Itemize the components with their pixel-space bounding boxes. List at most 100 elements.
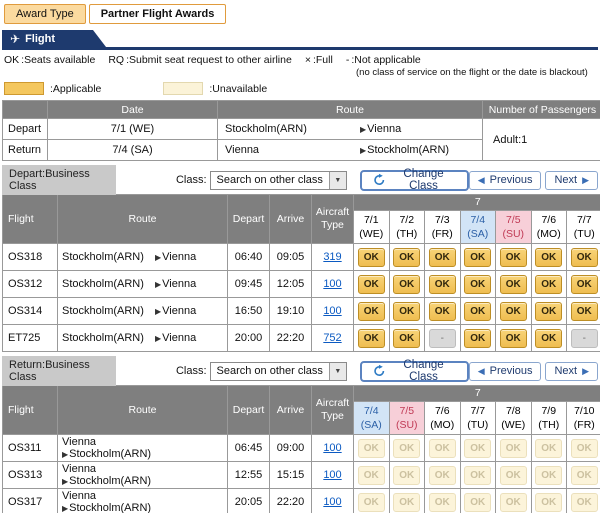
change-class-button[interactable]: Change Class xyxy=(360,361,469,382)
route-arrow-icon: ▶ xyxy=(155,253,161,262)
availability-ok-button[interactable]: OK xyxy=(429,275,456,294)
summary-corner-cell xyxy=(3,101,48,119)
date-column-header: 7/6(MO) xyxy=(531,211,567,244)
aircraft-type: 100 xyxy=(312,462,354,489)
summary-depart-row: Depart 7/1 (WE) Stockholm(ARN)▶Vienna Ad… xyxy=(3,119,600,140)
legend-not-applicable: -:Not applicable xyxy=(346,54,421,66)
availability-ok-button[interactable]: OK xyxy=(464,329,491,348)
availability-disabled-button: OK xyxy=(500,466,527,485)
aircraft-type-link[interactable]: 319 xyxy=(323,251,341,263)
availability-ok-button[interactable]: OK xyxy=(500,275,527,294)
date-column-header: 7/7(TU) xyxy=(567,211,600,244)
arrive-time: 15:15 xyxy=(270,462,312,489)
date-column-header: 7/10(FR) xyxy=(567,402,600,435)
route-column-header: Route xyxy=(58,386,228,435)
flight-number: OS311 xyxy=(3,435,58,462)
aircraft-type-link[interactable]: 100 xyxy=(323,305,341,317)
date-column-header: 7/8(WE) xyxy=(496,402,532,435)
arrive-time: 22:20 xyxy=(270,325,312,352)
class-select[interactable]: Search on other class ▼ xyxy=(210,171,347,190)
date-column-header: 7/1(WE) xyxy=(354,211,390,244)
depart-time: 16:50 xyxy=(228,298,270,325)
availability-ok-button[interactable]: OK xyxy=(500,329,527,348)
return-flights-table: Flight Route Depart Arrive Aircraft Type… xyxy=(2,385,600,513)
flight-row: OS311 Vienna▶Stockholm(ARN) 06:45 09:00 … xyxy=(3,435,600,462)
legend-request-seat: RQ:Submit seat request to other airline xyxy=(108,54,292,66)
change-class-button[interactable]: Change Class xyxy=(360,170,469,191)
availability-ok-button[interactable]: OK xyxy=(393,302,420,321)
aircraft-column-header: Aircraft Type xyxy=(312,195,354,244)
previous-button[interactable]: ◀Previous xyxy=(469,362,542,381)
availability-ok-button[interactable]: OK xyxy=(571,302,598,321)
availability-ok-button[interactable]: OK xyxy=(358,275,385,294)
aircraft-type-link[interactable]: 100 xyxy=(323,469,341,481)
availability-ok-button[interactable]: OK xyxy=(464,248,491,267)
aircraft-type-link[interactable]: 100 xyxy=(323,442,341,454)
availability-ok-button[interactable]: OK xyxy=(358,329,385,348)
summary-return-label: Return xyxy=(3,140,48,161)
availability-ok-button[interactable]: OK xyxy=(535,275,562,294)
aircraft-type-link[interactable]: 100 xyxy=(323,278,341,290)
flight-route: Stockholm(ARN)▶Vienna xyxy=(58,325,228,352)
depart-controls-bar: Depart:Business Class Class: Search on o… xyxy=(2,169,598,191)
aircraft-type-link[interactable]: 100 xyxy=(323,496,341,508)
flight-number: OS317 xyxy=(3,489,58,513)
depart-flights-table: Flight Route Depart Arrive Aircraft Type… xyxy=(2,194,600,352)
class-label: Class: xyxy=(176,174,207,186)
next-button[interactable]: Next▶ xyxy=(545,362,598,381)
availability-ok-button[interactable]: OK xyxy=(358,248,385,267)
availability-ok-button[interactable]: OK xyxy=(500,248,527,267)
availability-ok-button[interactable]: OK xyxy=(464,275,491,294)
summary-header-row: Date Route Number of Passengers xyxy=(3,101,600,119)
availability-ok-button[interactable]: OK xyxy=(393,248,420,267)
class-label: Class: xyxy=(176,365,207,377)
flight-route: Vienna▶Stockholm(ARN) xyxy=(58,435,228,462)
availability-disabled-button: OK xyxy=(571,466,598,485)
previous-button[interactable]: ◀Previous xyxy=(469,171,542,190)
availability-ok-button[interactable]: OK xyxy=(464,302,491,321)
flight-row: OS313 Vienna▶Stockholm(ARN) 12:55 15:15 … xyxy=(3,462,600,489)
next-button[interactable]: Next▶ xyxy=(545,171,598,190)
flight-column-header: Flight xyxy=(3,195,58,244)
depart-time: 20:05 xyxy=(228,489,270,513)
availability-ok-button[interactable]: OK xyxy=(358,302,385,321)
flight-route: Stockholm(ARN)▶Vienna xyxy=(58,244,228,271)
availability-ok-button[interactable]: OK xyxy=(535,329,562,348)
unavailable-label: :Unavailable xyxy=(209,83,267,95)
availability-disabled-button: OK xyxy=(429,493,456,512)
availability-ok-button[interactable]: OK xyxy=(429,248,456,267)
arrive-time: 12:05 xyxy=(270,271,312,298)
passenger-count: Adult:1 xyxy=(483,119,600,161)
applicable-label: :Applicable xyxy=(50,83,101,95)
tab-partner-flight-awards[interactable]: Partner Flight Awards xyxy=(89,4,227,24)
date-column-header: 7/4(SA) xyxy=(460,211,496,244)
availability-ok-button[interactable]: OK xyxy=(535,248,562,267)
arrive-time: 09:00 xyxy=(270,435,312,462)
depart-time: 09:45 xyxy=(228,271,270,298)
route-arrow-icon: ▶ xyxy=(360,146,366,155)
return-controls-bar: Return:Business Class Class: Search on o… xyxy=(2,360,598,382)
availability-ok-button[interactable]: OK xyxy=(393,275,420,294)
availability-disabled-button: OK xyxy=(464,493,491,512)
availability-disabled-button: OK xyxy=(429,439,456,458)
flight-number: OS318 xyxy=(3,244,58,271)
availability-ok-button[interactable]: OK xyxy=(571,248,598,267)
flight-section-bar: ✈ Flight xyxy=(2,30,598,50)
flight-row: OS312 Stockholm(ARN)▶Vienna 09:45 12:05 … xyxy=(3,271,600,298)
arrive-time: 19:10 xyxy=(270,298,312,325)
summary-depart-route: Stockholm(ARN)▶Vienna xyxy=(218,119,483,140)
availability-ok-button[interactable]: OK xyxy=(393,329,420,348)
summary-depart-date: 7/1 (WE) xyxy=(48,119,218,140)
class-select[interactable]: Search on other class ▼ xyxy=(210,362,347,381)
route-arrow-icon: ▶ xyxy=(62,450,68,459)
aircraft-type: 100 xyxy=(312,489,354,513)
availability-ok-button[interactable]: OK xyxy=(500,302,527,321)
availability-ok-button[interactable]: OK xyxy=(429,302,456,321)
tab-award-type[interactable]: Award Type xyxy=(4,4,86,24)
summary-date-header: Date xyxy=(48,101,218,119)
availability-ok-button[interactable]: OK xyxy=(571,275,598,294)
availability-ok-button[interactable]: OK xyxy=(535,302,562,321)
previous-arrow-icon: ◀ xyxy=(478,176,485,185)
route-arrow-icon: ▶ xyxy=(155,307,161,316)
aircraft-type-link[interactable]: 752 xyxy=(323,332,341,344)
